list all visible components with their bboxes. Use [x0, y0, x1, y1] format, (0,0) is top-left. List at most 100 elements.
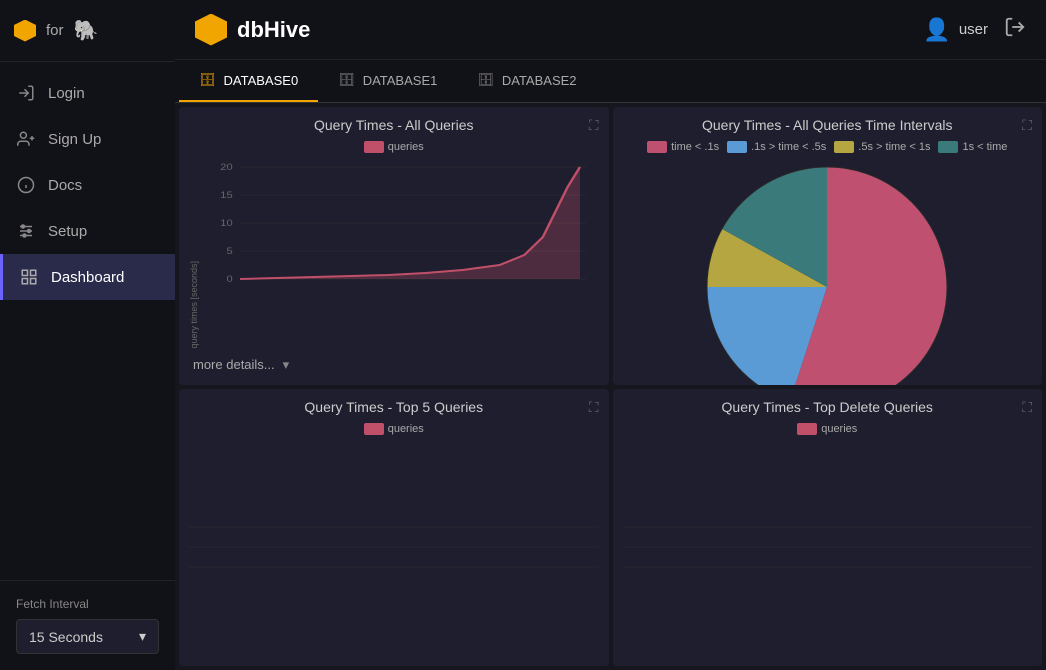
pie-chart-svg — [697, 157, 957, 385]
db-icon-2: 🗄 — [477, 72, 494, 88]
more-details-link[interactable]: more details... ▾ — [189, 355, 599, 375]
fetch-interval-dropdown[interactable]: 15 Seconds ▾ — [16, 619, 159, 654]
card-title-intervals: Query Times - All Queries Time Intervals — [623, 117, 1033, 133]
line-chart-svg: 20 15 10 5 0 — [203, 157, 599, 297]
expand-button-intervals[interactable]: ⛶ — [1020, 115, 1034, 136]
card-query-times-all: Query Times - All Queries ⛶ queries quer… — [179, 107, 609, 385]
header-logo-hex — [195, 14, 227, 46]
db-icon-1: 🗄 — [338, 72, 355, 88]
legend-delete: queries — [623, 423, 1033, 435]
expand-button-delete[interactable]: ⛶ — [1020, 397, 1034, 418]
delete-chart-svg — [623, 517, 1033, 577]
card-header-delete: Query Times - Top Delete Queries — [623, 399, 1033, 415]
tab-label-0: DATABASE0 — [224, 73, 299, 88]
database-tabs: 🗄 DATABASE0 🗄 DATABASE1 🗄 DATABASE2 — [175, 60, 1046, 103]
legend-label-queries: queries — [388, 141, 424, 153]
sidebar-item-label-setup: Setup — [48, 223, 87, 240]
chevron-down-icon: ▾ — [139, 628, 146, 645]
legend-label-05-1: .5s > time < 1s — [858, 141, 930, 153]
legend-item-01-05: .1s > time < .5s — [727, 141, 826, 153]
header-username: user — [959, 21, 988, 38]
logo-hex-icon — [14, 20, 36, 42]
svg-text:10: 10 — [220, 219, 233, 229]
card-top-delete-queries: Query Times - Top Delete Queries ⛶ queri… — [613, 389, 1043, 667]
legend-label-lt01: time < .1s — [671, 141, 719, 153]
pie-chart-container — [623, 157, 1033, 385]
fetch-interval-label: Fetch Interval — [16, 597, 159, 611]
svg-text:20: 20 — [220, 163, 233, 173]
card-top5-queries: Query Times - Top 5 Queries ⛶ queries — [179, 389, 609, 667]
dashboard-icon — [19, 267, 39, 287]
legend-all: queries — [189, 141, 599, 153]
dashboard-grid: Query Times - All Queries ⛶ queries quer… — [175, 103, 1046, 670]
header-title: dbHive — [237, 17, 310, 43]
card-title-all: Query Times - All Queries — [189, 117, 599, 133]
card-title-top5: Query Times - Top 5 Queries — [189, 399, 599, 415]
sidebar-item-label-login: Login — [48, 85, 85, 102]
legend-label-top5: queries — [388, 423, 424, 435]
svg-text:15: 15 — [220, 191, 233, 201]
legend-item-top5-queries: queries — [364, 423, 424, 435]
card-title-delete: Query Times - Top Delete Queries — [623, 399, 1033, 415]
sidebar-logo: for 🐘 — [0, 0, 175, 62]
legend-color-delete — [797, 423, 817, 435]
sidebar-item-login[interactable]: Login — [0, 70, 175, 116]
sign-in-icon — [16, 83, 36, 103]
tab-label-2: DATABASE2 — [502, 73, 577, 88]
header: dbHive 👤 user — [175, 0, 1046, 60]
tab-label-1: DATABASE1 — [363, 73, 438, 88]
sidebar-item-docs[interactable]: Docs — [0, 162, 175, 208]
legend-item-gt1: 1s < time — [938, 141, 1007, 153]
sidebar-item-label-signup: Sign Up — [48, 131, 101, 148]
legend-top5: queries — [189, 423, 599, 435]
svg-text:0: 0 — [226, 275, 233, 285]
header-user: 👤 user — [923, 17, 988, 43]
legend-color-queries — [364, 141, 384, 153]
card-header-top5: Query Times - Top 5 Queries — [189, 399, 599, 415]
legend-label-gt1: 1s < time — [962, 141, 1007, 153]
legend-color-lt01 — [647, 141, 667, 153]
legend-color-05-1 — [834, 141, 854, 153]
legend-item-05-1: .5s > time < 1s — [834, 141, 930, 153]
card-header-all: Query Times - All Queries — [189, 117, 599, 133]
expand-button-all[interactable]: ⛶ — [587, 115, 601, 136]
fetch-interval-value: 15 Seconds — [29, 629, 103, 645]
sidebar-item-setup[interactable]: Setup — [0, 208, 175, 254]
legend-label-01-05: .1s > time < .5s — [751, 141, 826, 153]
card-content-top5 — [189, 439, 599, 657]
sidebar-item-label-docs: Docs — [48, 177, 82, 194]
card-content-delete — [623, 439, 1033, 657]
legend-color-gt1 — [938, 141, 958, 153]
sidebar-for-label: for — [46, 22, 64, 39]
tab-database0[interactable]: 🗄 DATABASE0 — [179, 60, 318, 102]
sidebar-item-signup[interactable]: Sign Up — [0, 116, 175, 162]
sidebar-item-dashboard[interactable]: Dashboard — [0, 254, 175, 300]
y-axis-label-all: query times [seconds] — [189, 261, 199, 349]
legend-color-01-05 — [727, 141, 747, 153]
legend-item-queries: queries — [364, 141, 424, 153]
tab-database1[interactable]: 🗄 DATABASE1 — [318, 60, 457, 102]
top5-chart-svg — [189, 517, 599, 577]
postgres-icon: 🐘 — [74, 18, 99, 43]
logout-button[interactable] — [1004, 16, 1026, 44]
chevron-down-details-icon: ▾ — [283, 357, 290, 373]
expand-button-top5[interactable]: ⛶ — [587, 397, 601, 418]
more-details-label: more details... — [193, 357, 275, 372]
chart-content-all: 20 15 10 5 0 — [203, 157, 599, 349]
setup-icon — [16, 221, 36, 241]
header-logo: dbHive — [195, 14, 923, 46]
legend-color-top5 — [364, 423, 384, 435]
card-header-intervals: Query Times - All Queries Time Intervals — [623, 117, 1033, 133]
header-right: 👤 user — [923, 16, 1026, 44]
fetch-interval-section: Fetch Interval 15 Seconds ▾ — [0, 580, 175, 670]
sidebar-navigation: Login Sign Up Docs — [0, 62, 175, 580]
card-query-times-intervals: Query Times - All Queries Time Intervals… — [613, 107, 1043, 385]
sidebar: for 🐘 Login Sig — [0, 0, 175, 670]
tab-database2[interactable]: 🗄 DATABASE2 — [457, 60, 596, 102]
legend-item-delete-queries: queries — [797, 423, 857, 435]
chart-area-all: query times [seconds] 20 15 10 5 — [189, 157, 599, 349]
legend-item-lt01: time < .1s — [647, 141, 719, 153]
legend-label-delete: queries — [821, 423, 857, 435]
legend-intervals: time < .1s .1s > time < .5s .5s > time <… — [623, 141, 1033, 153]
main-content: dbHive 👤 user 🗄 DATABASE0 🗄 DATABASE1 — [175, 0, 1046, 670]
